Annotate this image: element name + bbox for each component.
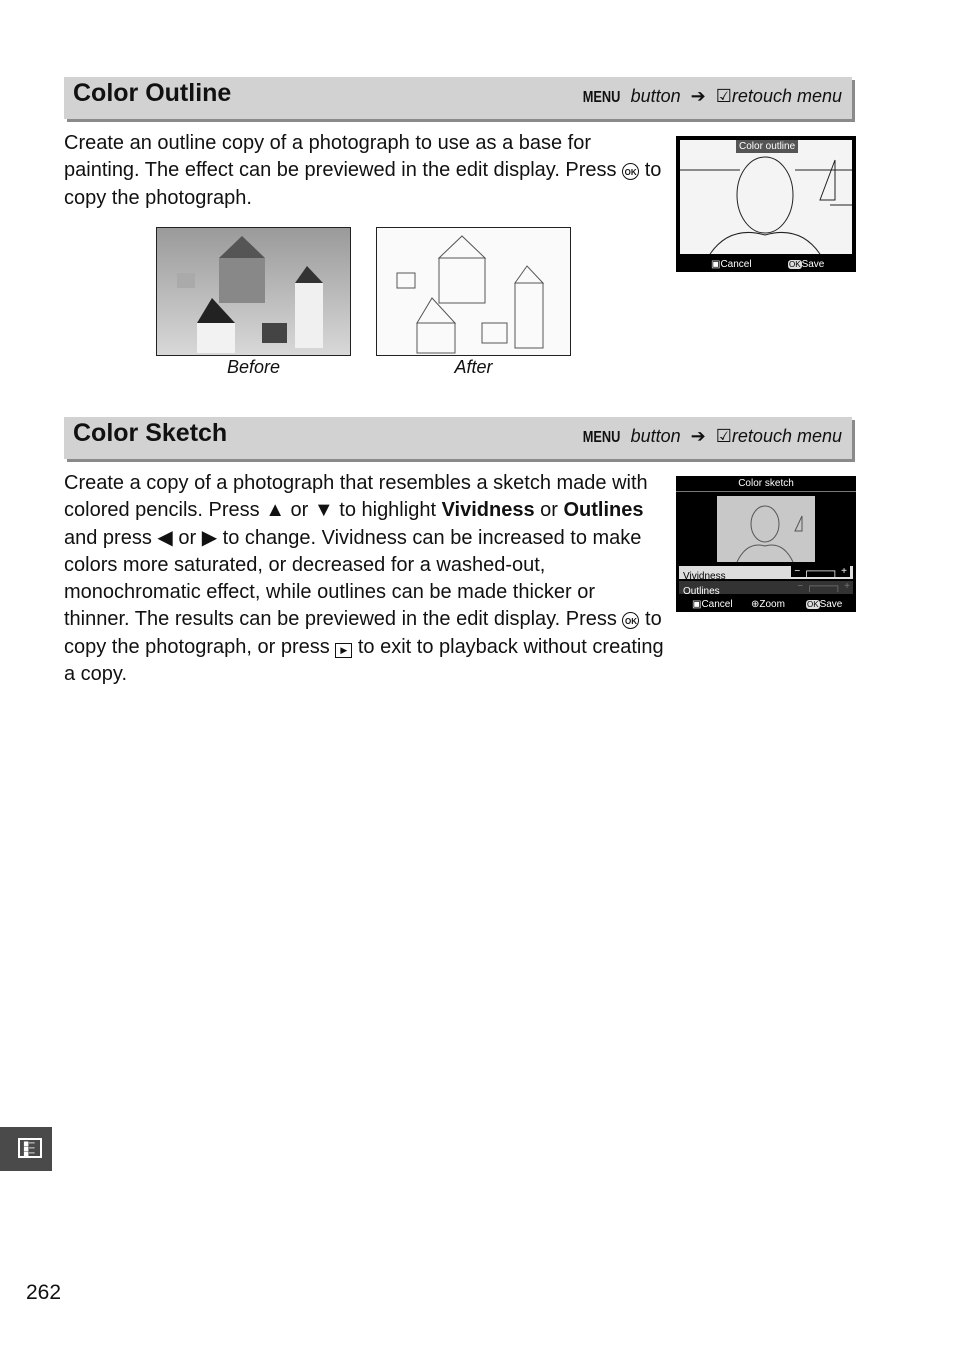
ok-icon: OK <box>788 260 802 269</box>
button-text: button <box>630 86 681 106</box>
text: and press <box>64 526 158 549</box>
blocks-sketch-image <box>396 235 545 354</box>
button-text: button <box>630 426 681 446</box>
playback-icon: ▶ <box>335 642 353 658</box>
divider <box>676 491 856 492</box>
blocks-image <box>177 236 323 353</box>
save-label: Save <box>819 599 843 610</box>
before-photo <box>156 227 351 356</box>
portrait-sketch-image <box>736 505 803 563</box>
up-arrow-icon: ▲ <box>265 499 285 522</box>
save-hint: OKSave <box>788 259 824 270</box>
screen-title: Color outline <box>736 140 799 153</box>
right-arrow-icon: ▶ <box>201 526 218 549</box>
left-arrow-icon: ◀ <box>157 526 173 549</box>
cancel-label: Cancel <box>720 259 752 270</box>
outlines-slider[interactable]: − ┌───┐ + <box>797 581 850 592</box>
text: to highlight <box>333 499 442 522</box>
section-title: Color Sketch <box>73 419 228 447</box>
portrait-outline-image <box>680 156 852 255</box>
after-photo <box>376 227 571 356</box>
arrow-icon: ➔ <box>690 426 706 446</box>
color-outline-description: Create an outline copy of a photograph t… <box>64 130 664 212</box>
text: or <box>285 499 314 522</box>
zoom-hint: ⊕Zoom <box>751 599 785 610</box>
chapter-tab[interactable]: ▪─ ▪─ ▪─ <box>0 1127 52 1171</box>
text: or <box>534 499 564 522</box>
cancel-label: Cancel <box>701 599 733 610</box>
section-title: Color Outline <box>73 79 232 107</box>
text: Create an outline copy of a photograph t… <box>64 132 623 182</box>
menu-button-label: MENU <box>583 89 621 106</box>
sketch-preview <box>717 496 815 563</box>
text: or <box>172 526 202 549</box>
down-arrow-icon: ▼ <box>313 499 334 522</box>
retouch-icon: ☑ <box>715 426 732 446</box>
ok-icon: OK <box>806 600 820 609</box>
menu-button-label: MENU <box>583 429 621 446</box>
section-header-color-outline: Color Outline MENU button ➔ ☑retouch men… <box>64 77 852 119</box>
screen-title: Color sketch <box>738 478 794 489</box>
menu-path: MENU button ➔ ☑retouch menu <box>578 86 842 107</box>
term-vividness: Vividness <box>441 499 535 522</box>
vividness-slider[interactable]: − ┌───┐ + <box>791 566 850 577</box>
outline-preview <box>680 140 852 255</box>
ok-button-icon: OK <box>622 612 640 630</box>
menu-name: retouch menu <box>731 426 842 446</box>
ok-button-icon: OK <box>622 163 640 181</box>
cancel-hint: ▣Cancel <box>711 259 752 270</box>
color-sketch-screen: Color sketch Vividness − ┌───┐ + Outlines… <box>676 476 856 612</box>
color-sketch-description: Create a copy of a photograph that resem… <box>64 470 664 688</box>
save-label: Save <box>801 259 825 270</box>
save-hint: OKSave <box>806 599 842 610</box>
outlines-row[interactable]: Outlines − ┌───┐ + <box>679 581 853 597</box>
color-outline-screen: Color outline ▣Cancel OKSave <box>676 136 856 272</box>
row-label: Outlines <box>683 586 720 597</box>
menu-list-icon: ▪─ ▪─ ▪─ <box>18 1138 42 1159</box>
arrow-icon: ➔ <box>690 86 706 106</box>
menu-name: retouch menu <box>731 86 842 106</box>
section-header-color-sketch: Color Sketch MENU button ➔ ☑retouch menu <box>64 417 852 459</box>
term-outlines: Outlines <box>563 499 644 522</box>
cancel-hint: ▣Cancel <box>692 599 733 610</box>
menu-path: MENU button ➔ ☑retouch menu <box>578 426 842 447</box>
vividness-row[interactable]: Vividness − ┌───┐ + <box>679 566 853 582</box>
zoom-label: Zoom <box>759 599 785 610</box>
retouch-icon: ☑ <box>715 86 732 106</box>
after-caption: After <box>454 357 493 377</box>
page-number: 262 <box>26 1281 62 1304</box>
before-caption: Before <box>226 357 281 377</box>
